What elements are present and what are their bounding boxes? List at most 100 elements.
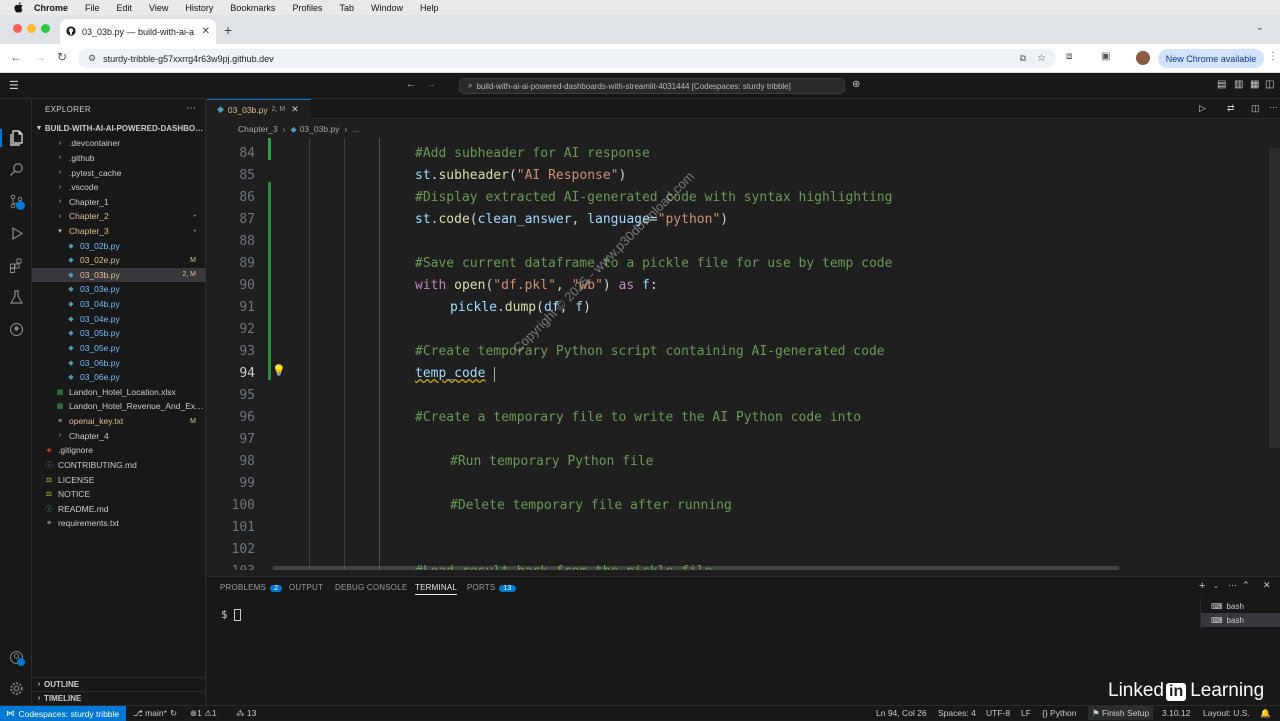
tree-item[interactable]: ⚖ LICENSE (32, 472, 206, 487)
indentation[interactable]: Spaces: 4 (938, 708, 976, 718)
extensions-icon[interactable]: ⧈ (1066, 51, 1072, 62)
run-file-icon[interactable]: ▷ (1199, 103, 1206, 114)
search-view-icon[interactable] (7, 160, 25, 178)
tree-item-selected[interactable]: ◆ 03_03b.py 2, M (32, 267, 206, 283)
menu-tab[interactable]: Tab (339, 3, 354, 13)
window-close-button[interactable] (13, 24, 22, 33)
menu-profiles[interactable]: Profiles (292, 3, 322, 13)
explorer-more-icon[interactable]: ⋯ (186, 103, 196, 114)
tree-item[interactable]: ◈ .gitignore (32, 443, 206, 458)
source-control-icon[interactable] (7, 192, 25, 210)
toggle-secondary-sidebar-icon[interactable]: ▦ (1250, 79, 1259, 90)
tree-item[interactable]: ◆ 03_03e.py (32, 282, 206, 297)
back-icon[interactable]: ← (10, 50, 22, 64)
tree-item[interactable]: ◆ 03_05e.py (32, 341, 206, 356)
tree-item[interactable]: ⓘ README.md (32, 502, 206, 517)
tree-item[interactable]: › .devcontainer (32, 136, 206, 151)
apple-icon[interactable] (12, 2, 24, 13)
tree-item[interactable]: › Chapter_1 (32, 194, 206, 209)
install-app-icon[interactable]: ⧉ (1020, 53, 1026, 64)
language-mode[interactable]: {} Python (1042, 708, 1077, 718)
editor-more-icon[interactable]: ⋯ (1269, 102, 1278, 113)
tree-item[interactable]: ▦ Landon_Hotel_Location.xlsx (32, 385, 206, 400)
browser-tab[interactable]: 03_03b.py — build-with-ai-a ✕ (60, 19, 216, 44)
new-terminal-icon[interactable]: + (1199, 580, 1205, 592)
tab-output[interactable]: OUTPUT (289, 583, 323, 592)
sync-icon[interactable]: ↻ (170, 708, 177, 719)
tree-item[interactable]: ≡ requirements.txt (32, 516, 206, 531)
keyboard-layout[interactable]: Layout: U.S. (1203, 708, 1250, 718)
tree-item[interactable]: ▦ Landon_Hotel_Revenue_And_Exp... (32, 399, 206, 414)
menu-view[interactable]: View (149, 3, 168, 13)
encoding[interactable]: UTF-8 (986, 708, 1010, 718)
window-minimize-button[interactable] (27, 24, 36, 33)
close-editor-icon[interactable]: ✕ (291, 104, 299, 115)
menu-file[interactable]: File (85, 3, 100, 13)
menu-bookmarks[interactable]: Bookmarks (230, 3, 275, 13)
maximize-panel-icon[interactable]: ⌃ (1242, 580, 1250, 591)
lightbulb-icon[interactable]: 💡 (272, 364, 286, 377)
customize-layout-icon[interactable]: ◫ (1265, 79, 1274, 90)
timeline-section[interactable]: › TIMELINE (32, 691, 206, 706)
explorer-icon[interactable] (0, 129, 32, 147)
tree-item[interactable]: › Chapter_4 (32, 428, 206, 443)
cursor-position[interactable]: Ln 94, Col 26 (876, 708, 927, 718)
end-of-line[interactable]: LF (1021, 708, 1031, 718)
chrome-menu-icon[interactable]: ⋮ (1268, 51, 1278, 62)
tab-search-icon[interactable]: ⌄ (1256, 22, 1264, 33)
menu-edit[interactable]: Edit (117, 3, 133, 13)
nav-forward-icon[interactable]: → (426, 79, 436, 90)
tree-item[interactable]: ◆ 03_04e.py (32, 311, 206, 326)
toggle-panel-icon[interactable]: ▥ (1234, 79, 1243, 90)
tree-item[interactable]: ⚖ NOTICE (32, 487, 206, 502)
terminal-session[interactable]: ⌨ bash (1201, 599, 1280, 613)
new-chrome-button[interactable]: New Chrome available (1158, 49, 1264, 68)
tree-item[interactable]: ◆ 03_04b.py (32, 297, 206, 312)
split-editor-icon[interactable]: ◫ (1251, 103, 1260, 114)
tab-ports[interactable]: PORTS 13 (467, 583, 516, 592)
accounts-icon[interactable] (7, 648, 25, 666)
breadcrumb-symbol[interactable]: ... (352, 124, 359, 134)
tree-item[interactable]: › Chapter_2 • (32, 209, 206, 224)
command-center[interactable]: ⌕ build-with-ai-ai-powered-dashboards-wi… (459, 78, 845, 94)
nav-back-icon[interactable]: ← (406, 79, 416, 90)
tree-item[interactable]: ⓘ CONTRIBUTING.md (32, 458, 206, 473)
open-changes-icon[interactable]: ⇄ (1227, 103, 1235, 114)
tree-item[interactable]: ▾ Chapter_3 • (32, 224, 206, 239)
copilot-icon[interactable]: ⊛ (852, 79, 860, 90)
panel-more-icon[interactable]: ⋯ (1228, 580, 1237, 591)
tab-groups-icon[interactable]: ▣ (1101, 51, 1110, 62)
tab-problems[interactable]: PROBLEMS 2 (220, 583, 283, 592)
profile-avatar[interactable] (1136, 51, 1150, 65)
remote-indicator[interactable]: ⋈ Codespaces: sturdy tribble (0, 706, 126, 721)
site-info-icon[interactable]: ⚙ (88, 53, 96, 64)
python-interpreter[interactable]: 3.10.12 (1162, 708, 1190, 718)
vertical-scrollbar[interactable] (1269, 148, 1280, 448)
tree-item[interactable]: ◆ 03_05b.py (32, 326, 206, 341)
close-tab-icon[interactable]: ✕ (202, 26, 210, 37)
breadcrumb-folder[interactable]: Chapter_3 (238, 124, 278, 134)
tree-item[interactable]: ◆ 03_02b.py (32, 238, 206, 253)
tree-item[interactable]: › .pytest_cache (32, 165, 206, 180)
editor-tab-active[interactable]: ◆ 03_03b.py 2, M ✕ (207, 99, 311, 119)
bookmark-star-icon[interactable]: ☆ (1037, 53, 1046, 64)
notifications-bell-icon[interactable]: 🔔 (1260, 708, 1271, 719)
breadcrumb-file[interactable]: 03_03b.py (300, 124, 340, 134)
new-tab-icon[interactable]: + (224, 22, 232, 38)
terminal-session-active[interactable]: ⌨ bash (1201, 613, 1280, 627)
close-panel-icon[interactable]: ✕ (1263, 580, 1271, 591)
tree-item[interactable]: ◆ 03_06e.py (32, 370, 206, 385)
hamburger-menu-icon[interactable]: ☰ (9, 79, 19, 92)
tree-item[interactable]: ≡ openai_key.txt M (32, 414, 206, 429)
menu-history[interactable]: History (185, 3, 213, 13)
tree-item[interactable]: ◆ 03_06b.py (32, 355, 206, 370)
extensions-view-icon[interactable] (7, 256, 25, 274)
problems-indicator[interactable]: ⊗1 ⚠1 (190, 708, 217, 719)
tree-item[interactable]: › .github (32, 151, 206, 166)
ports-indicator[interactable]: ⁂ 13 (236, 708, 256, 719)
menu-window[interactable]: Window (371, 3, 403, 13)
window-zoom-button[interactable] (41, 24, 50, 33)
chevron-down-icon[interactable]: ⌄ (1213, 582, 1219, 590)
github-copilot-icon[interactable] (7, 320, 25, 338)
testing-icon[interactable] (7, 288, 25, 306)
